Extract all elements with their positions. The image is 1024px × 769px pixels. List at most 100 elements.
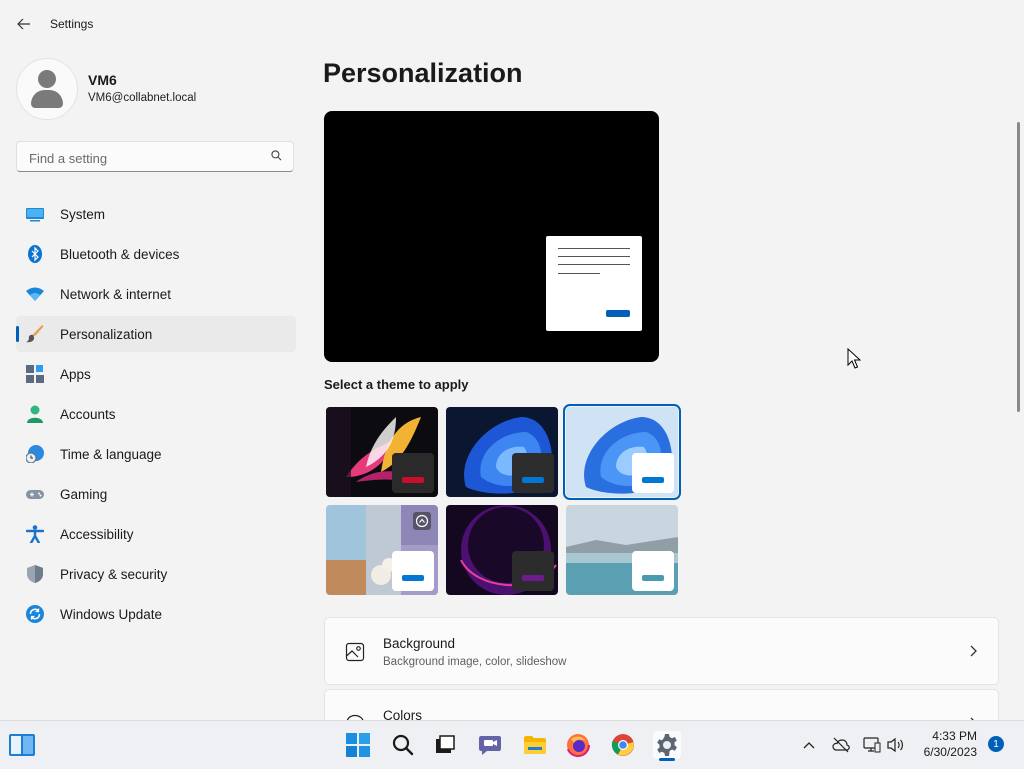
apps-icon bbox=[26, 365, 44, 383]
sidebar-item-system[interactable]: System bbox=[16, 196, 296, 232]
task-view-icon bbox=[436, 735, 455, 753]
theme-captured-motion[interactable] bbox=[326, 505, 438, 595]
theme-tile bbox=[392, 453, 434, 493]
sidebar-item-windows-update[interactable]: Windows Update bbox=[16, 596, 296, 632]
theme-tile bbox=[632, 551, 674, 591]
theme-glow-flower[interactable] bbox=[326, 407, 438, 497]
theme-accent bbox=[402, 477, 424, 483]
sidebar-item-label: Accounts bbox=[60, 406, 116, 422]
sidebar-item-time-language[interactable]: Time & language bbox=[16, 436, 296, 472]
cloud-off-icon bbox=[832, 737, 850, 753]
gamepad-icon bbox=[26, 490, 44, 499]
file-explorer-button[interactable] bbox=[521, 731, 549, 759]
widgets-icon bbox=[9, 734, 35, 756]
taskbar: 4:33 PM 6/30/2023 1 bbox=[0, 720, 1024, 769]
sidebar-item-accessibility[interactable]: Accessibility bbox=[16, 516, 296, 552]
app-title: Settings bbox=[50, 17, 94, 31]
theme-preview bbox=[324, 111, 659, 362]
chat-icon bbox=[479, 736, 501, 755]
start-button[interactable] bbox=[344, 731, 372, 759]
shield-icon bbox=[27, 565, 43, 583]
sidebar-item-personalization[interactable]: Personalization bbox=[16, 316, 296, 352]
card-subtitle: Background image, color, slideshow bbox=[383, 656, 567, 668]
sidebar-item-gaming[interactable]: Gaming bbox=[16, 476, 296, 512]
sidebar-item-privacy-security[interactable]: Privacy & security bbox=[16, 556, 296, 592]
globe-clock-icon bbox=[26, 445, 44, 463]
theme-tile bbox=[512, 453, 554, 493]
network-icon bbox=[863, 737, 881, 753]
sidebar-nav: System Bluetooth & devices Network & int… bbox=[16, 196, 296, 636]
preview-line bbox=[558, 264, 630, 265]
show-hidden-icons-button[interactable] bbox=[800, 736, 818, 754]
sidebar-item-accounts[interactable]: Accounts bbox=[16, 396, 296, 432]
user-email: VM6@collabnet.local bbox=[88, 92, 197, 104]
preview-line bbox=[558, 273, 600, 274]
scrollbar[interactable] bbox=[1017, 122, 1020, 412]
themes-label: Select a theme to apply bbox=[324, 377, 469, 392]
task-view-button[interactable] bbox=[431, 731, 459, 759]
widgets-button[interactable] bbox=[8, 731, 36, 759]
theme-grid bbox=[324, 404, 684, 597]
theme-accent bbox=[642, 575, 664, 581]
theme-accent bbox=[402, 575, 424, 581]
firefox-icon bbox=[566, 733, 590, 757]
mouse-cursor-icon bbox=[847, 348, 861, 369]
theme-tile bbox=[632, 453, 674, 493]
image-icon bbox=[345, 642, 365, 662]
folder-icon bbox=[524, 736, 546, 754]
accessibility-icon bbox=[26, 525, 44, 543]
windows-logo-icon bbox=[346, 733, 370, 757]
theme-glow[interactable] bbox=[446, 505, 558, 595]
wifi-icon bbox=[26, 287, 44, 301]
theme-sunrise-lake[interactable] bbox=[566, 505, 678, 595]
back-arrow-icon bbox=[17, 18, 30, 30]
search-box[interactable] bbox=[16, 141, 294, 172]
update-icon bbox=[26, 605, 44, 623]
search-input[interactable] bbox=[27, 147, 266, 169]
preview-window bbox=[546, 236, 642, 331]
theme-windows-light[interactable] bbox=[563, 404, 681, 500]
preview-line bbox=[558, 248, 630, 249]
sidebar-item-bluetooth[interactable]: Bluetooth & devices bbox=[16, 236, 296, 272]
theme-windows-dark[interactable] bbox=[446, 407, 558, 497]
active-app-indicator bbox=[659, 758, 675, 761]
settings-taskbar-button[interactable] bbox=[653, 731, 681, 759]
volume-tray-button[interactable] bbox=[887, 736, 905, 754]
sidebar-item-network[interactable]: Network & internet bbox=[16, 276, 296, 312]
avatar-body bbox=[31, 90, 63, 108]
network-tray-button[interactable] bbox=[863, 736, 881, 754]
sidebar-item-label: Windows Update bbox=[60, 606, 163, 622]
user-name: VM6 bbox=[88, 72, 117, 88]
preview-line bbox=[558, 256, 630, 257]
chrome-icon bbox=[611, 734, 634, 756]
chrome-button[interactable] bbox=[609, 731, 637, 759]
avatar-head bbox=[38, 70, 56, 88]
firefox-button[interactable] bbox=[564, 731, 592, 759]
title-bar: Settings bbox=[0, 0, 1024, 48]
chevron-up-icon bbox=[803, 742, 815, 749]
gear-icon bbox=[657, 734, 677, 756]
back-button[interactable] bbox=[14, 14, 34, 34]
background-card[interactable]: Background Background image, color, slid… bbox=[324, 617, 999, 685]
teams-chat-button[interactable] bbox=[476, 731, 504, 759]
sidebar-item-label: Network & internet bbox=[60, 286, 172, 302]
bluetooth-icon bbox=[28, 245, 42, 263]
theme-tile bbox=[512, 551, 554, 591]
sidebar-item-label: Apps bbox=[60, 366, 91, 382]
sidebar-item-label: Bluetooth & devices bbox=[60, 246, 180, 262]
search-icon bbox=[392, 734, 414, 756]
notification-badge[interactable]: 1 bbox=[988, 736, 1004, 752]
paintbrush-icon bbox=[26, 325, 44, 343]
sidebar-item-label: Personalization bbox=[60, 326, 153, 342]
theme-accent bbox=[522, 477, 544, 483]
search-icon[interactable] bbox=[271, 150, 282, 161]
speaker-icon bbox=[887, 737, 903, 753]
card-title: Background bbox=[383, 636, 456, 651]
avatar[interactable] bbox=[16, 58, 78, 120]
clock[interactable]: 4:33 PM 6/30/2023 bbox=[915, 728, 977, 760]
sidebar-item-apps[interactable]: Apps bbox=[16, 356, 296, 392]
slideshow-icon bbox=[413, 512, 431, 530]
chevron-right-icon bbox=[970, 645, 977, 657]
search-button[interactable] bbox=[389, 731, 417, 759]
onedrive-tray-button[interactable] bbox=[832, 736, 850, 754]
